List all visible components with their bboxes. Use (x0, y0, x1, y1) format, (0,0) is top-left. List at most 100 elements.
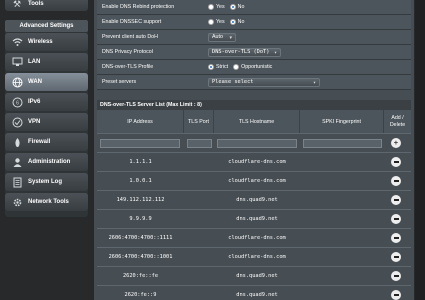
sidebar: ⚒ Tools Advanced Settings Wireless LAN W… (0, 0, 91, 300)
new-spki-input[interactable] (303, 139, 382, 148)
ip-address-cell: 2606:4700:4700::1111 (108, 235, 173, 241)
column-tls-hostname: TLS Hostname (214, 110, 300, 133)
tls-hostname-cell: cloudflare-dns.com (228, 178, 286, 184)
preset-servers-label: Preset servers (102, 79, 137, 85)
scrollbar[interactable] (415, 0, 425, 300)
main-panel: Enable DNS Rebind protection Yes No Enab… (94, 0, 414, 300)
spki-cell (300, 172, 384, 190)
delete-server-button[interactable] (391, 176, 401, 186)
table-row: 9.9.9.9 dns.quad9.net (97, 209, 411, 228)
sidebar-item-ipv6[interactable]: 6 IPv6 (5, 93, 88, 111)
add-server-button[interactable]: + (391, 138, 401, 148)
sidebar-item-label: Network Tools (28, 199, 69, 205)
dns-rebind-no-radio[interactable] (229, 4, 236, 10)
dnssec-no-label: No (237, 19, 245, 25)
sidebar-item-label: Wireless (28, 39, 53, 45)
new-server-row: + (97, 133, 411, 152)
sidebar-item-label: Administration (28, 159, 71, 165)
dot-profile-row: DNS-over-TLS Profile Strict Opportunisti… (97, 60, 411, 74)
minus-icon (393, 275, 399, 277)
ip-address-cell: 1.0.0.1 (129, 178, 152, 184)
prevent-auto-doh-select[interactable]: Auto ▾ (208, 32, 236, 42)
tls-port-cell (184, 172, 214, 190)
person-icon (11, 156, 23, 168)
sidebar-item-label: Tools (28, 1, 44, 7)
new-port-input[interactable] (187, 139, 212, 148)
delete-server-button[interactable] (391, 290, 401, 300)
minus-icon (393, 237, 399, 239)
spki-cell (300, 191, 384, 209)
dot-profile-strict-label: Strict (216, 64, 229, 70)
tls-hostname-cell: dns.quad9.net (236, 216, 278, 222)
column-add-delete: Add / Delete (389, 114, 406, 128)
lan-icon (11, 56, 23, 68)
spki-cell (300, 229, 384, 247)
sidebar-item-label: WAN (28, 79, 42, 85)
plus-icon: + (393, 138, 399, 147)
tls-hostname-cell: dns.quad9.net (236, 292, 278, 298)
firewall-icon (11, 136, 23, 148)
dns-rebind-yes-label: Yes (216, 4, 225, 10)
ip-address-cell: 9.9.9.9 (129, 216, 152, 222)
sidebar-item-system-log[interactable]: System Log (5, 173, 88, 191)
sidebar-item-administration[interactable]: Administration (5, 153, 88, 171)
vpn-icon (11, 116, 23, 128)
dns-privacy-select[interactable]: DNS-over-TLS (DoT) ▾ (208, 47, 281, 57)
spki-cell (300, 267, 384, 285)
delete-server-button[interactable] (391, 252, 401, 262)
dot-profile-label: DNS-over-TLS Profile (102, 64, 154, 70)
chevron-down-icon: ▾ (273, 49, 277, 56)
tls-port-cell (184, 210, 214, 228)
network-tools-icon (11, 196, 23, 208)
dns-rebind-yes-radio[interactable] (208, 4, 214, 10)
dnssec-yes-label: Yes (216, 19, 225, 25)
tls-port-cell (184, 267, 214, 285)
minus-icon (393, 256, 399, 258)
spki-cell (300, 286, 384, 300)
system-log-icon (11, 176, 23, 188)
sidebar-item-firewall[interactable]: Firewall (5, 133, 88, 151)
delete-server-button[interactable] (391, 157, 401, 167)
column-spki-fingerprint: SPKI Fingerprint (300, 110, 384, 133)
delete-server-button[interactable] (391, 214, 401, 224)
sidebar-item-network-tools[interactable]: Network Tools (5, 193, 88, 211)
dns-rebind-no-label: No (237, 4, 245, 10)
delete-server-button[interactable] (391, 271, 401, 281)
tls-hostname-cell: cloudflare-dns.com (228, 235, 286, 241)
prevent-auto-doh-value: Auto (212, 34, 223, 40)
table-row: 1.0.0.1 cloudflare-dns.com (97, 171, 411, 190)
sidebar-item-label: VPN (28, 119, 41, 125)
table-row: 2606:4700:4700::1001 cloudflare-dns.com (97, 247, 411, 266)
sidebar-item-lan[interactable]: LAN (5, 53, 88, 71)
dnssec-yes-radio[interactable] (208, 19, 214, 25)
minus-icon (393, 218, 399, 220)
server-list-title: DNS-over-TLS Server List (Max Limit : 8) (97, 100, 411, 110)
minus-icon (393, 199, 399, 201)
column-tls-port: TLS Port (184, 110, 214, 133)
advanced-settings-header: Advanced Settings (5, 20, 88, 32)
preset-servers-select[interactable]: Please select ▾ (208, 77, 320, 87)
chevron-down-icon: ▾ (312, 79, 316, 86)
dns-privacy-value: DNS-over-TLS (DoT) (212, 49, 270, 55)
sidebar-item-tools[interactable]: ⚒ Tools (5, 0, 88, 11)
delete-server-button[interactable] (391, 233, 401, 243)
delete-server-button[interactable] (391, 195, 401, 205)
dot-profile-opportunistic-radio[interactable] (233, 64, 240, 70)
sidebar-item-wireless[interactable]: Wireless (5, 33, 88, 51)
dns-rebind-label: Enable DNS Rebind protection (102, 4, 175, 10)
table-row: 149.112.112.112 dns.quad9.net (97, 190, 411, 209)
sidebar-item-vpn[interactable]: VPN (5, 113, 88, 131)
sidebar-item-label: IPv6 (28, 99, 41, 105)
ip-address-cell: 2620:fe::fe (122, 273, 159, 279)
svg-text:6: 6 (16, 100, 19, 106)
prevent-auto-doh-row: Prevent client auto DoH Auto ▾ (97, 30, 411, 44)
dot-profile-strict-radio[interactable] (208, 64, 214, 70)
tls-hostname-cell: dns.quad9.net (236, 197, 278, 203)
minus-icon (393, 180, 399, 182)
new-hostname-input[interactable] (217, 139, 297, 148)
tls-port-cell (184, 153, 214, 171)
tls-hostname-cell: cloudflare-dns.com (228, 254, 286, 260)
sidebar-item-wan[interactable]: WAN (5, 73, 88, 91)
dnssec-no-radio[interactable] (229, 19, 236, 25)
new-ip-input[interactable] (100, 139, 180, 148)
